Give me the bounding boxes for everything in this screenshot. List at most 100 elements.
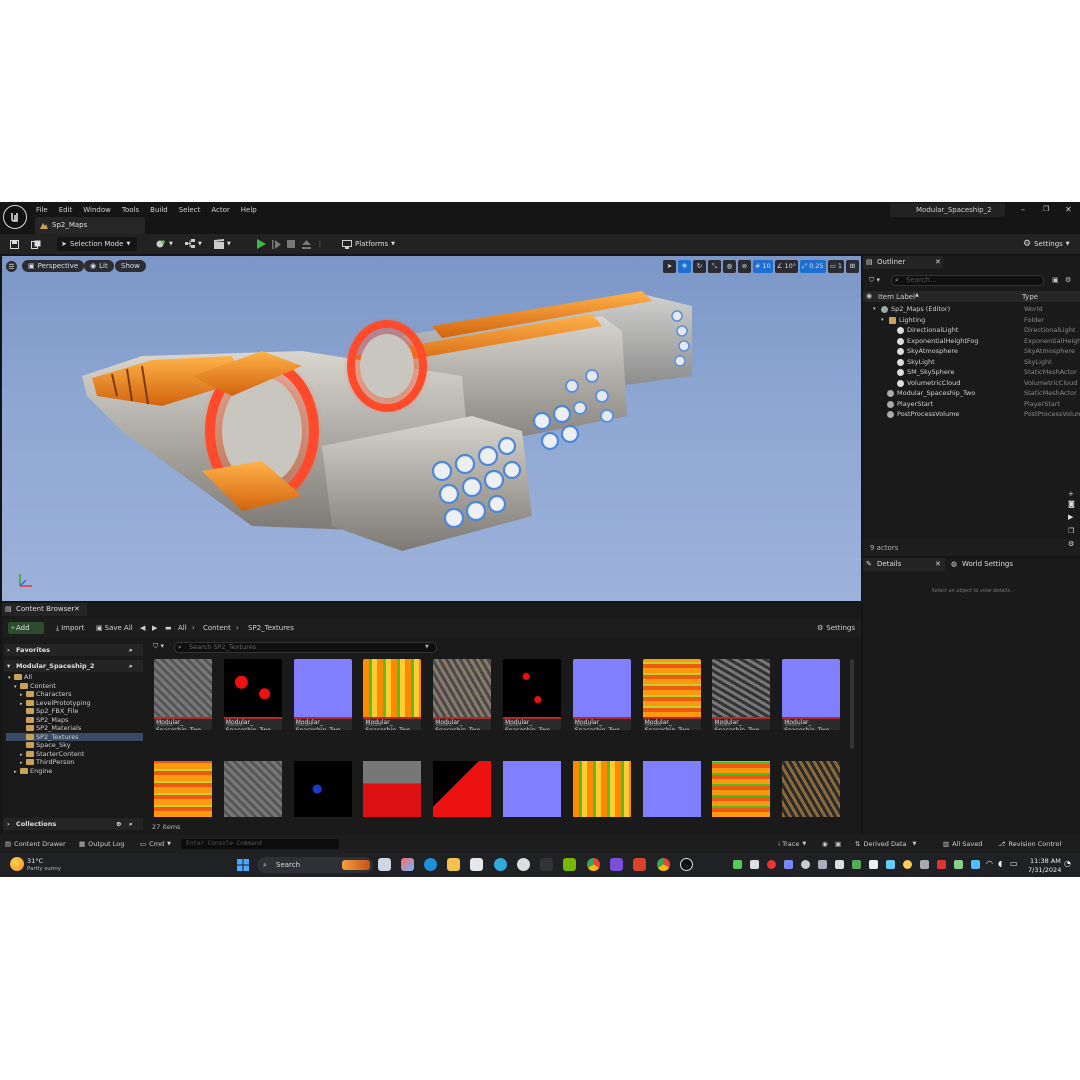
- taskbar-search[interactable]: ⌕ Search: [257, 857, 373, 873]
- translate-icon[interactable]: ✥: [677, 259, 691, 273]
- content-drawer-button[interactable]: ▤ Content Drawer: [5, 835, 66, 853]
- alienware-icon[interactable]: [517, 858, 530, 871]
- asset-tile-thumbnail[interactable]: [642, 761, 701, 817]
- settings-dropdown[interactable]: ⚙ Settings ▼: [1023, 237, 1070, 251]
- grid-snap-button[interactable]: #10: [752, 259, 773, 273]
- asset-tile-thumbnail[interactable]: [433, 761, 492, 817]
- asset-tile[interactable]: Modular_Spaceship_Two_Body_Part_On...Tex…: [712, 659, 771, 730]
- play-icon[interactable]: [255, 237, 267, 251]
- close-tab-icon[interactable]: ✕: [74, 603, 80, 616]
- outliner-row[interactable]: VolumetricCloud VolumetricCloud: [863, 378, 1080, 389]
- asset-tile-thumbnail[interactable]: [293, 761, 352, 817]
- folder-item[interactable]: ▸ Engine: [14, 767, 141, 776]
- eject-icon[interactable]: [300, 237, 312, 251]
- asset-tile[interactable]: Modular_Spaceship_Two_Body_Middle_Ba...T…: [433, 659, 492, 730]
- item-label-column[interactable]: Item Label: [878, 293, 915, 301]
- outliner-row[interactable]: ▾ Lighting Folder: [863, 315, 1080, 326]
- unreal-taskbar-icon[interactable]: [680, 858, 693, 871]
- record-icon[interactable]: ◉: [822, 835, 828, 853]
- gear-icon[interactable]: ⚙: [1068, 540, 1080, 552]
- content-icon[interactable]: [30, 237, 42, 251]
- import-button[interactable]: ⤓ Import: [56, 622, 84, 634]
- tray-icon-9[interactable]: [869, 860, 878, 869]
- outliner-row[interactable]: SkyAtmosphere SkyAtmosphere: [863, 346, 1080, 357]
- menu-window[interactable]: Window: [83, 206, 111, 214]
- asset-search-input[interactable]: ⌕ Search SP2_Textures ▼: [174, 642, 437, 653]
- asset-tile-thumbnail[interactable]: [712, 761, 771, 817]
- asset-tile-thumbnail[interactable]: [154, 761, 212, 817]
- menu-actor[interactable]: Actor: [211, 206, 229, 214]
- filter-icon[interactable]: ⛉ ▾: [869, 276, 880, 285]
- back-icon[interactable]: ◀: [140, 622, 145, 634]
- visibility-icon[interactable]: ◉: [866, 292, 872, 300]
- show-button[interactable]: Show: [115, 260, 146, 272]
- tray-icon-5[interactable]: [801, 860, 810, 869]
- folder-item[interactable]: SP2_Maps: [20, 716, 141, 725]
- folder-item[interactable]: Sp2_FBX_File: [20, 707, 141, 716]
- tray-icon-8[interactable]: [852, 860, 861, 869]
- close-tab-icon[interactable]: ✕: [935, 558, 941, 571]
- folder-item[interactable]: ▸ LevelPrototyping: [20, 699, 141, 708]
- cmd-dropdown[interactable]: ▭ Cmd ▼: [140, 835, 171, 853]
- menu-help[interactable]: Help: [241, 206, 257, 214]
- world-icon[interactable]: ◍: [722, 259, 736, 273]
- copy-icon[interactable]: ❐: [1068, 527, 1080, 539]
- world-settings-tab[interactable]: ◍ World Settings: [948, 558, 1038, 571]
- folder-item[interactable]: Space_Sky: [20, 741, 141, 750]
- step-icon[interactable]: [271, 237, 281, 251]
- folder-item[interactable]: SP2_Textures: [6, 732, 143, 741]
- stop-icon[interactable]: [286, 237, 296, 251]
- lit-button[interactable]: ◉ Lit: [84, 260, 114, 272]
- select-icon[interactable]: ➤: [662, 259, 676, 273]
- notification-icon[interactable]: ◔: [1064, 859, 1071, 868]
- asset-tile[interactable]: Modular_Spaceship_Two_Body_End_Texture: [223, 659, 282, 730]
- details-tab[interactable]: ✎ Details ✕: [863, 558, 945, 571]
- tray-icon-2[interactable]: [750, 860, 759, 869]
- powerpoint-icon[interactable]: [633, 858, 646, 871]
- platforms-dropdown[interactable]: Platforms ▼: [342, 237, 395, 251]
- outliner-tab[interactable]: ▤ Outliner ✕: [863, 256, 943, 269]
- tray-icon-3[interactable]: [767, 860, 776, 869]
- blueprint-button[interactable]: ▼: [185, 237, 202, 251]
- derived-data-dropdown[interactable]: ⇅ Derived Data ▼: [855, 835, 916, 853]
- nvidia-icon[interactable]: [563, 858, 576, 871]
- outliner-row[interactable]: PlayerStart PlayerStart: [863, 399, 1080, 410]
- windows-start-icon[interactable]: [236, 858, 250, 872]
- asset-tile-thumbnail[interactable]: [363, 761, 422, 817]
- chevron-down-icon[interactable]: ▾: [873, 304, 876, 315]
- close-tab-icon[interactable]: ✕: [935, 256, 941, 269]
- folder-item[interactable]: ▾ All: [8, 673, 141, 682]
- chrome-profile-icon[interactable]: [657, 858, 670, 871]
- outliner-row[interactable]: DirectionalLight DirectionalLight: [863, 325, 1080, 336]
- outliner-row[interactable]: SM_SkySphere StaticMeshActor: [863, 367, 1080, 378]
- level-viewport[interactable]: ☰ ▣ Perspective ◉ Lit Show ➤ ✥ ↻ ⤡ ◍ ⊚ #…: [2, 256, 861, 601]
- add-button[interactable]: + Add: [8, 622, 44, 634]
- asset-tile[interactable]: Modular_Spaceship_Two_Body_Middle_...Tex…: [642, 659, 701, 730]
- breadcrumb-all[interactable]: All: [178, 622, 187, 634]
- video-icon[interactable]: ▶: [1068, 513, 1080, 525]
- folder-item[interactable]: SP2_Materials: [20, 724, 141, 733]
- minimize-icon[interactable]: –: [1021, 205, 1025, 214]
- app-icon[interactable]: [494, 858, 507, 871]
- console-input[interactable]: Enter Console Command: [181, 839, 339, 849]
- surface-snap-icon[interactable]: ⊚: [737, 259, 751, 273]
- tray-icon-1[interactable]: [733, 860, 742, 869]
- all-saved-status[interactable]: ▥ All Saved: [943, 835, 982, 853]
- breadcrumb-sp2-textures[interactable]: SP2_Textures: [248, 622, 294, 634]
- add-folder-icon[interactable]: ▣: [1052, 276, 1059, 284]
- volume-icon[interactable]: ◖: [998, 859, 1002, 868]
- outliner-row[interactable]: ExponentialHeightFog ExponentialHeightFog: [863, 336, 1080, 347]
- folder-item[interactable]: ▸ Characters: [20, 690, 141, 699]
- camera-speed-button[interactable]: ▭ 1: [827, 259, 844, 273]
- trace-dropdown[interactable]: ⁞ Trace ▼: [778, 835, 806, 853]
- tray-icon-14[interactable]: [954, 860, 963, 869]
- tray-icon-12[interactable]: [920, 860, 929, 869]
- scale-icon[interactable]: ⤡: [707, 259, 721, 273]
- rotate-icon[interactable]: ↻: [692, 259, 706, 273]
- task-view-icon[interactable]: [378, 858, 391, 871]
- add-collection-icon[interactable]: ⊕: [116, 818, 121, 830]
- perspective-button[interactable]: ▣ Perspective: [22, 260, 85, 272]
- asset-tile[interactable]: Modular_Spaceship_Two_Body_End_NormalTex…: [293, 659, 352, 730]
- menu-select[interactable]: Select: [179, 206, 201, 214]
- clock-time[interactable]: 11:38 AM: [1030, 857, 1061, 865]
